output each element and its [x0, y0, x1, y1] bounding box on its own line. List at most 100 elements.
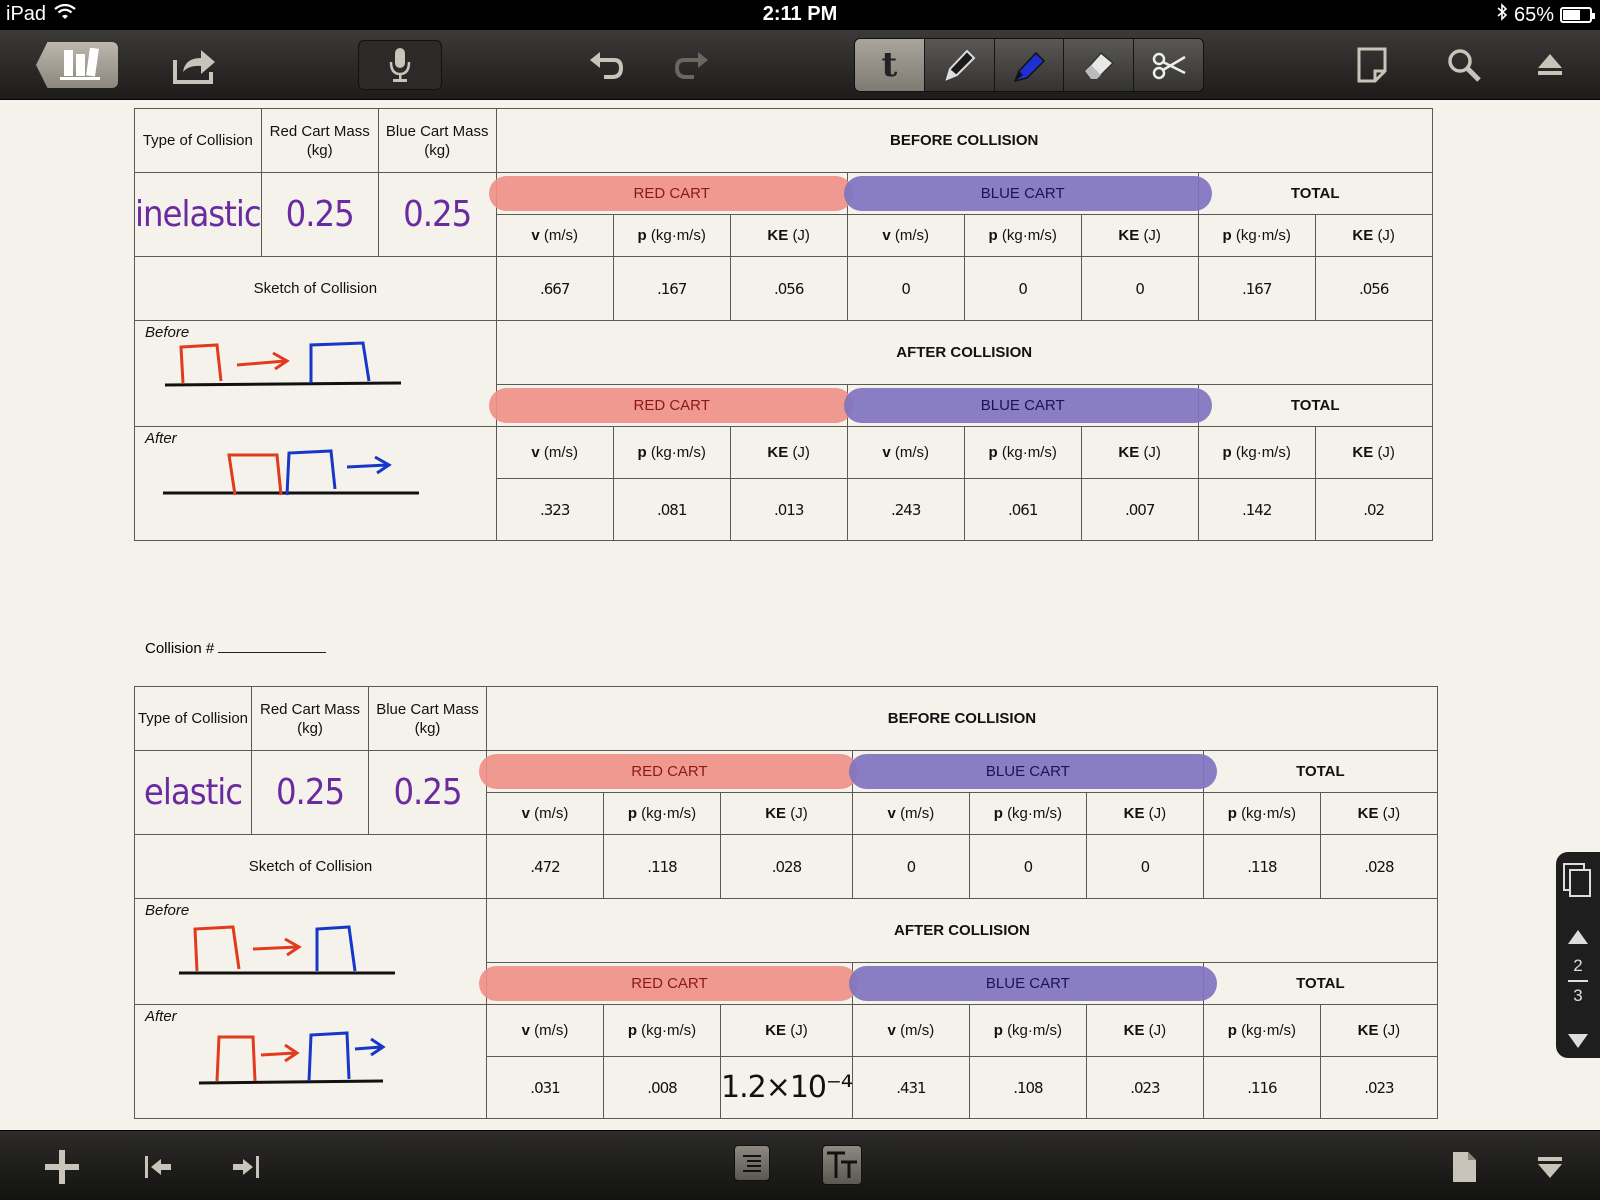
sketch-header: Sketch of Collision	[134, 834, 487, 899]
unit-header: KE (J)	[720, 1004, 853, 1057]
text-format-button[interactable]	[822, 1145, 862, 1185]
scissors-tool-button[interactable]	[1134, 39, 1203, 91]
unit-header: KE (J)	[729, 426, 848, 479]
jump-end-icon	[233, 1156, 259, 1178]
unit-header: KE (J)	[1319, 792, 1438, 835]
unit-symbol: p	[1222, 444, 1232, 461]
value-cell: .472	[486, 834, 604, 899]
library-button[interactable]	[36, 42, 118, 88]
blue-cart-header: BLUE CART	[848, 750, 1217, 793]
pen-tool-button[interactable]	[924, 39, 995, 91]
type-header: Type of Collision	[134, 686, 252, 751]
unit-header: KE (J)	[1085, 792, 1204, 835]
unit-header: KE (J)	[1085, 1004, 1204, 1057]
unit-header: KE (J)	[1314, 426, 1433, 479]
search-button[interactable]	[1442, 42, 1486, 88]
unit-header: v (m/s)	[851, 792, 970, 835]
unit-header: p (kg·m/s)	[963, 426, 1082, 479]
unit-label: (J)	[1377, 227, 1395, 244]
unit-symbol: v	[521, 805, 530, 822]
collision-number-blank[interactable]	[218, 652, 327, 653]
share-icon	[173, 50, 215, 84]
value-cell: .023	[1085, 1056, 1204, 1119]
value-cell: .008	[603, 1056, 721, 1119]
unit-header: p (kg·m/s)	[1202, 792, 1321, 835]
unit-label: (m/s)	[894, 444, 930, 461]
page-navigator: 2 3	[1556, 852, 1600, 1058]
total-header: TOTAL	[1197, 172, 1433, 215]
before-sketch-drawing	[179, 925, 395, 975]
pages-overview-button[interactable]	[1562, 862, 1594, 907]
first-page-button[interactable]	[138, 1147, 178, 1187]
redo-button[interactable]	[668, 44, 716, 86]
blue-cart-label: BLUE CART	[985, 763, 1070, 780]
triangle-down-icon	[1568, 1034, 1588, 1048]
red-cart-label: RED CART	[631, 975, 708, 992]
total-pages-number: 3	[1573, 986, 1583, 1005]
next-page-button[interactable]	[1566, 1032, 1590, 1055]
unit-header: v (m/s)	[495, 214, 614, 257]
share-button[interactable]	[166, 44, 222, 86]
collapse-toolbar-button[interactable]	[1528, 44, 1572, 86]
sketch-before: Before	[134, 320, 497, 427]
highlighter-tool-button[interactable]	[994, 39, 1065, 91]
document-button[interactable]	[1446, 1145, 1482, 1189]
collision-type-value: elastic	[143, 772, 243, 813]
value-cell: .243	[846, 478, 965, 541]
collapse-bottom-toolbar-button[interactable]	[1530, 1149, 1570, 1185]
page-divider	[1568, 980, 1588, 982]
unit-label: (kg·m/s)	[1241, 805, 1297, 822]
unit-symbol: p	[1227, 1022, 1237, 1039]
unit-header: p (kg·m/s)	[963, 214, 1082, 257]
notebook-page[interactable]: Type of Collision Red Cart Mass (kg) Blu…	[0, 100, 1600, 1130]
unit-label: (kg·m/s)	[1235, 227, 1291, 244]
unit-header: p (kg·m/s)	[612, 214, 731, 257]
redo-icon	[674, 52, 708, 79]
value-cell: .167	[1197, 256, 1316, 321]
text-tool-button[interactable]: t	[855, 39, 925, 91]
red-cart-label: RED CART	[631, 763, 708, 780]
pages-icon	[1563, 863, 1591, 897]
value-cell: .118	[1202, 834, 1321, 899]
red-cart-header: RED CART	[488, 384, 853, 427]
undo-button[interactable]	[582, 44, 630, 86]
collision-table: Type of Collision Red Cart Mass (kg) Blu…	[134, 686, 1438, 1119]
previous-page-button[interactable]	[1566, 928, 1590, 951]
add-page-button[interactable]	[40, 1145, 84, 1189]
top-toolbar: t	[0, 30, 1600, 100]
unit-symbol: KE	[1352, 227, 1374, 244]
value-cell: 0	[851, 834, 970, 899]
unit-label: (m/s)	[543, 227, 579, 244]
unit-symbol: p	[627, 1022, 637, 1039]
value-cell: .431	[851, 1056, 970, 1119]
last-page-button[interactable]	[226, 1147, 266, 1187]
unit-label: (m/s)	[534, 1022, 569, 1039]
unit-symbol: KE	[1352, 444, 1374, 461]
red-cart-header: RED CART	[488, 172, 853, 215]
sketch-after: After	[134, 1004, 487, 1119]
unit-header: p (kg·m/s)	[1197, 214, 1316, 257]
before-collision-title: BEFORE COLLISION	[495, 108, 1433, 173]
unit-symbol: KE	[1357, 805, 1379, 822]
red-cart-header: RED CART	[479, 750, 858, 793]
eraser-tool-button[interactable]	[1064, 39, 1135, 91]
type-header: Type of Collision	[134, 108, 262, 173]
outline-button[interactable]	[734, 1145, 770, 1181]
unit-symbol: p	[993, 1022, 1003, 1039]
unit-symbol: KE	[1123, 805, 1145, 822]
value-cell: .081	[612, 478, 731, 541]
page-setup-button[interactable]	[1350, 42, 1394, 88]
sketch-after: After	[134, 426, 497, 541]
eraser-icon	[1083, 51, 1114, 80]
unit-label: (J)	[1377, 444, 1395, 461]
page-icon	[1357, 47, 1387, 83]
unit-header: p (kg·m/s)	[1202, 1004, 1321, 1057]
unit-header: v (m/s)	[495, 426, 614, 479]
unit-symbol: KE	[1123, 1022, 1145, 1039]
unit-label: (J)	[1382, 805, 1401, 822]
eject-down-icon	[1538, 1157, 1562, 1178]
blue-mass-value: 0.25	[393, 772, 462, 813]
dictation-button[interactable]	[358, 40, 442, 90]
unit-header: p (kg·m/s)	[1197, 426, 1316, 479]
scissors-icon	[1152, 52, 1186, 80]
